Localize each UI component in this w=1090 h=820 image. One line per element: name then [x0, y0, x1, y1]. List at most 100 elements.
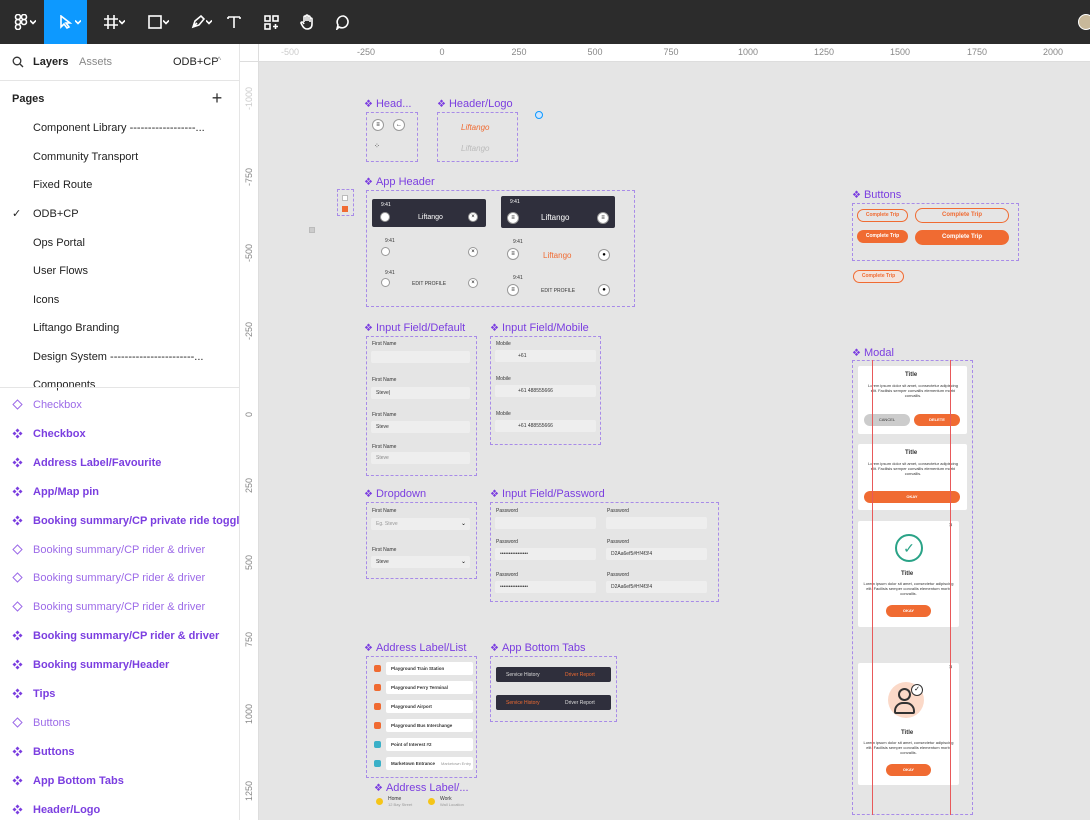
page-item[interactable]: Community Transport: [0, 143, 239, 171]
frame-title-app-header[interactable]: ❖ App Header: [364, 176, 435, 188]
password-input-empty-2[interactable]: [606, 517, 707, 529]
pen-tool-button[interactable]: [178, 0, 218, 44]
frame-tool-button[interactable]: [91, 0, 131, 44]
text-tool-button[interactable]: [220, 0, 248, 44]
mobile-input-empty[interactable]: +61: [495, 350, 596, 362]
address-row[interactable]: Playground Bus Interchange: [370, 719, 473, 732]
address-row[interactable]: Playground Ferry Terminal: [370, 681, 473, 694]
checkbox-frame[interactable]: [337, 189, 354, 216]
password-input-plain[interactable]: D2Aa6ef5#H!4f3!4: [606, 581, 707, 593]
frame-input-default[interactable]: First Name First Name Steve| First Name …: [366, 336, 477, 476]
address-row[interactable]: Playground Train Station: [370, 662, 473, 675]
checkbox-unchecked[interactable]: [342, 195, 348, 201]
complete-trip-outline-small[interactable]: Complete Trip: [857, 209, 908, 222]
first-name-input-disabled[interactable]: Steve: [371, 452, 470, 464]
complete-trip-instance[interactable]: Complete Trip: [853, 270, 904, 283]
layer-row[interactable]: App/Map pin: [0, 477, 239, 506]
layer-row[interactable]: Tips: [0, 679, 239, 708]
layer-row[interactable]: Booking summary/CP rider & driver: [0, 592, 239, 621]
frame-title-address-list[interactable]: ❖ Address Label/List: [364, 642, 466, 654]
layer-row[interactable]: Booking summary/CP rider & driver: [0, 621, 239, 650]
layer-row[interactable]: Address Label/Favourite: [0, 448, 239, 477]
frame-head[interactable]: ≡ ← ⁘: [366, 112, 418, 162]
page-selector[interactable]: ODB+CP: [173, 56, 219, 68]
okay-button[interactable]: OKAY: [886, 605, 931, 617]
frame-title-head[interactable]: ❖ Head...: [364, 98, 411, 110]
user-avatar[interactable]: [1078, 14, 1090, 30]
frame-title-input-default[interactable]: ❖ Input Field/Default: [364, 322, 465, 334]
fav-work[interactable]: Work Wall Location: [428, 796, 476, 810]
canvas[interactable]: -500 -250 0 250 500 750 1000 1250 1500 1750 2000 -…: [240, 44, 1090, 820]
shape-tool-button[interactable]: [135, 0, 175, 44]
frame-bottom-tabs[interactable]: Service History Driver Report Service Hi…: [490, 656, 617, 722]
cancel-button[interactable]: CANCEL: [864, 414, 910, 426]
complete-trip-filled-large[interactable]: Complete Trip: [915, 230, 1009, 245]
page-item[interactable]: Design System -----------------------...: [0, 343, 239, 371]
frame-buttons[interactable]: Complete Trip Complete Trip Complete Tri…: [852, 203, 1019, 261]
checkbox-checked[interactable]: [342, 206, 348, 212]
password-input-empty[interactable]: [495, 517, 596, 529]
layer-row[interactable]: Checkbox: [0, 419, 239, 448]
layer-row[interactable]: Checkbox: [0, 390, 239, 419]
add-page-icon[interactable]: +: [208, 89, 226, 108]
frame-title-address-label[interactable]: ❖ Address Label/...: [374, 782, 469, 794]
move-tool-button[interactable]: [44, 0, 87, 44]
mobile-input-filled-2[interactable]: +61 488555666: [495, 420, 596, 432]
password-input-masked-typing[interactable]: ••••••••••••••••: [495, 548, 596, 560]
fav-home[interactable]: Home 12 Bay Street: [376, 796, 424, 810]
layer-row[interactable]: Booking summary/CP rider & driver: [0, 535, 239, 564]
delete-button[interactable]: DELETE: [914, 414, 960, 426]
address-row[interactable]: Point of Interest #2: [370, 738, 473, 751]
page-item[interactable]: Fixed Route: [0, 171, 239, 199]
first-name-input-empty[interactable]: [371, 351, 470, 363]
frame-modal[interactable]: Title Lorem ipsum dolor sit amet, consec…: [852, 360, 973, 815]
dropdown-empty[interactable]: Eg. Steve: [371, 518, 470, 530]
page-item[interactable]: Icons: [0, 286, 239, 314]
frame-title-buttons[interactable]: ❖ Buttons: [852, 189, 901, 201]
page-item[interactable]: Liftango Branding: [0, 314, 239, 342]
layer-row[interactable]: Booking summary/CP private ride toggle: [0, 506, 239, 535]
frame-title-input-mobile[interactable]: ❖ Input Field/Mobile: [490, 322, 589, 334]
layer-row[interactable]: Header/Logo: [0, 795, 239, 820]
complete-trip-outline-large[interactable]: Complete Trip: [915, 208, 1009, 223]
address-row[interactable]: Playground Airport: [370, 700, 473, 713]
layer-row[interactable]: Buttons: [0, 737, 239, 766]
password-input-masked[interactable]: ••••••••••••••••: [495, 581, 596, 593]
figma-menu-button[interactable]: [0, 0, 42, 44]
frame-app-header[interactable]: 9:41 Liftango × 9:41 Liftango ≡ ≡ 9:41 ×…: [366, 190, 635, 307]
frame-header-logo[interactable]: Liftango Liftango: [437, 112, 518, 162]
password-input-plain-typing[interactable]: D2Aa6ef5#H!4f3!4: [606, 548, 707, 560]
frame-title-input-password[interactable]: ❖ Input Field/Password: [490, 488, 605, 500]
hand-tool-button[interactable]: [292, 0, 322, 44]
frame-title-bottom-tabs[interactable]: ❖ App Bottom Tabs: [490, 642, 586, 654]
mobile-input-filled[interactable]: +61 488555666: [495, 385, 596, 397]
frame-input-mobile[interactable]: Mobile +61 Mobile +61 488555666 Mobile +…: [490, 336, 601, 445]
layer-row[interactable]: Booking summary/CP rider & driver: [0, 563, 239, 592]
page-item[interactable]: Component Library ------------------...: [0, 114, 239, 142]
layer-row[interactable]: App Bottom Tabs: [0, 766, 239, 795]
frame-dropdown[interactable]: First Name Eg. Steve ⌄ First Name Steve …: [366, 502, 477, 579]
frame-title-header-logo[interactable]: ❖ Header/Logo: [437, 98, 513, 110]
dropdown-filled[interactable]: Steve: [371, 556, 470, 568]
okay-button[interactable]: OKAY: [886, 764, 931, 776]
tab-assets[interactable]: Assets: [79, 56, 112, 68]
tab-layers[interactable]: Layers: [33, 56, 68, 68]
layer-row[interactable]: Buttons: [0, 708, 239, 737]
okay-button[interactable]: OKAY: [864, 491, 960, 503]
frame-title-dropdown[interactable]: ❖ Dropdown: [364, 488, 426, 500]
page-item[interactable]: User Flows: [0, 257, 239, 285]
first-name-input-filled[interactable]: Steve: [371, 421, 470, 433]
page-item[interactable]: Ops Portal: [0, 229, 239, 257]
complete-trip-filled-small[interactable]: Complete Trip: [857, 230, 908, 243]
page-item[interactable]: ✓ ODB+CP: [0, 200, 239, 228]
frame-address-list[interactable]: Playground Train Station Playground Ferry…: [366, 656, 477, 778]
search-icon[interactable]: [12, 56, 24, 68]
address-row[interactable]: Marketown Entrance Marketown Entry: [370, 757, 473, 770]
resources-tool-button[interactable]: [256, 0, 286, 44]
chevron-up-icon[interactable]: ^: [217, 55, 221, 65]
frame-input-password[interactable]: Password Password Password •••••••••••••…: [490, 502, 719, 602]
frame-title-modal[interactable]: ❖ Modal: [852, 347, 894, 359]
first-name-input-typing[interactable]: Steve|: [371, 387, 470, 399]
comment-tool-button[interactable]: [328, 0, 358, 44]
layer-row[interactable]: Booking summary/Header: [0, 650, 239, 679]
